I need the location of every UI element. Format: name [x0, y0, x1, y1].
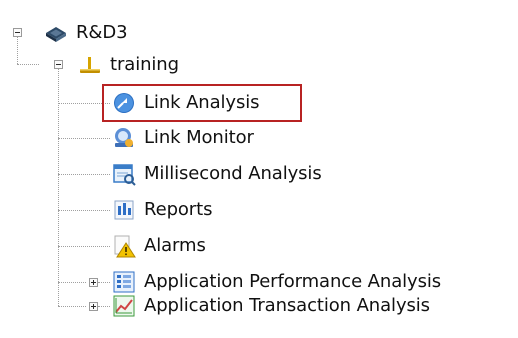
network-device-icon [46, 27, 66, 42]
tree-item-label: Alarms [144, 235, 206, 256]
tree-item-label: Link Monitor [144, 127, 254, 148]
tree-connector [58, 138, 110, 139]
tree-node-label: training [110, 54, 179, 75]
tree-connector [17, 36, 18, 64]
tree-item-link-analysis[interactable]: Link Analysis [112, 88, 260, 118]
network-segment-icon [80, 57, 100, 73]
tree-connector [58, 174, 110, 175]
tree-item-reports[interactable]: Reports [112, 195, 212, 225]
navigation-tree: R&D3 training Link Analysis Link Monitor [0, 0, 518, 338]
tree-connector [58, 282, 86, 283]
tree-connector [98, 306, 110, 307]
link-analysis-icon [114, 93, 134, 113]
collapse-root-toggle[interactable] [13, 28, 22, 37]
alarms-icon [114, 235, 136, 258]
expand-application-performance-toggle[interactable] [89, 278, 98, 287]
tree-connector [98, 282, 110, 283]
tree-connector [58, 210, 110, 211]
collapse-training-toggle[interactable] [54, 60, 63, 69]
tree-item-label: Link Analysis [144, 92, 260, 113]
tree-item-application-transaction-analysis[interactable]: Application Transaction Analysis [112, 291, 430, 321]
application-transaction-icon [113, 295, 135, 317]
tree-item-link-monitor[interactable]: Link Monitor [112, 123, 254, 153]
tree-connector [17, 64, 39, 65]
tree-connector [58, 246, 110, 247]
tree-node-label: R&D3 [76, 22, 128, 43]
tree-item-label: Reports [144, 199, 213, 220]
link-monitor-icon [115, 128, 133, 147]
expand-application-transaction-toggle[interactable] [89, 302, 98, 311]
reports-icon [114, 200, 134, 220]
tree-item-label: Millisecond Analysis [144, 163, 322, 184]
tree-item-label: Application Transaction Analysis [144, 295, 430, 316]
tree-item-alarms[interactable]: Alarms [112, 231, 206, 261]
millisecond-analysis-icon [113, 164, 136, 186]
tree-node-training[interactable]: training [78, 50, 179, 80]
tree-node-rd3[interactable]: R&D3 [44, 18, 128, 48]
tree-connector [58, 306, 86, 307]
tree-item-millisecond-analysis[interactable]: Millisecond Analysis [112, 159, 322, 189]
